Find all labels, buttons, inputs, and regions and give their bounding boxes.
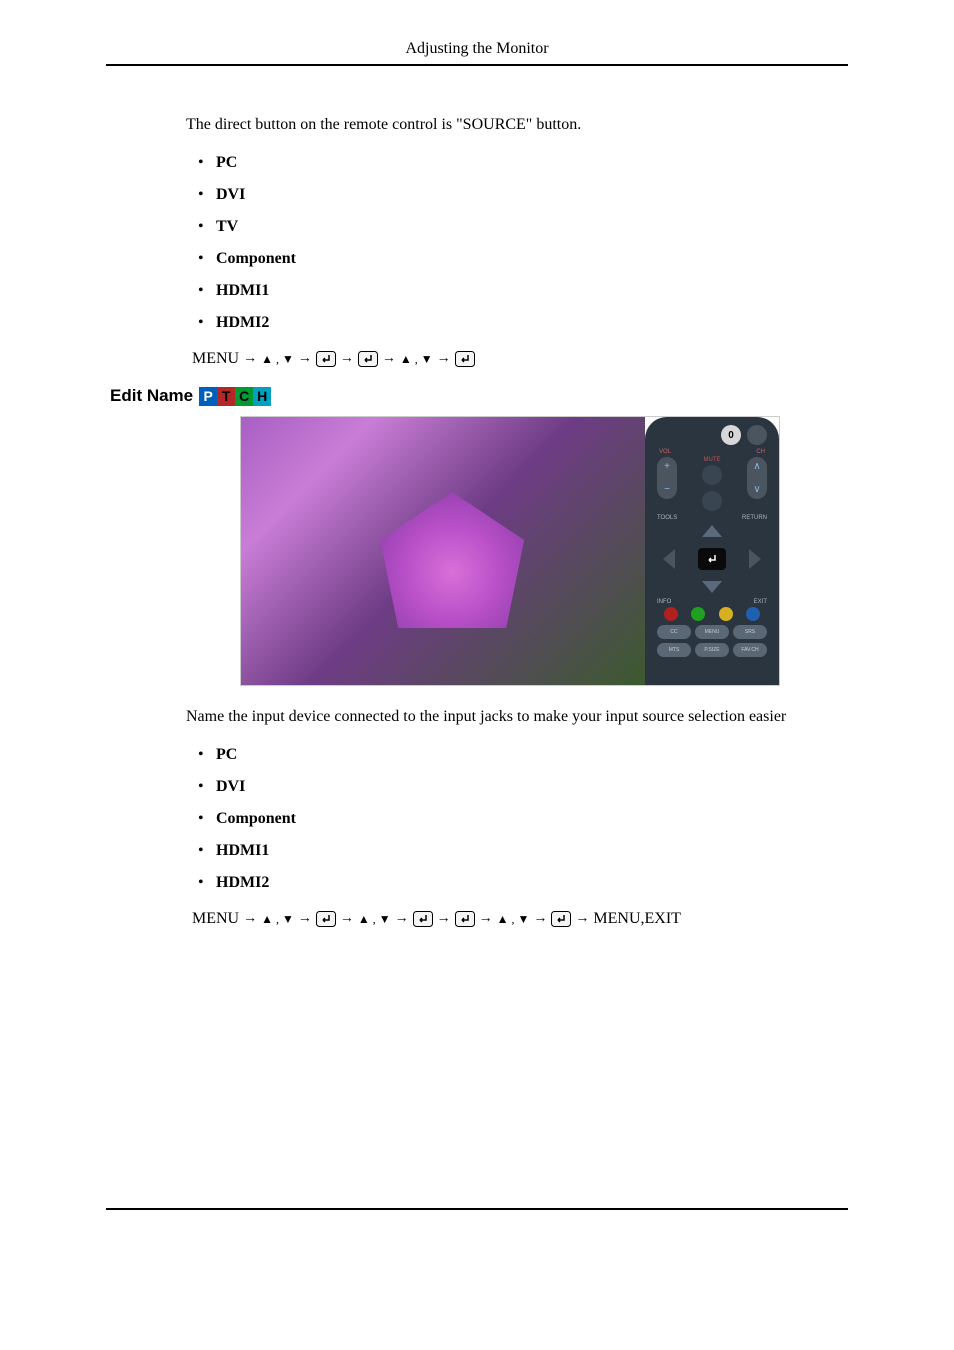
arrow-right-icon: → bbox=[437, 911, 451, 927]
red-button bbox=[664, 607, 678, 621]
channel-rocker: ∧∨ bbox=[747, 457, 767, 499]
up-down-icon: ▲ , ▼ bbox=[497, 912, 530, 927]
arrow-right-icon: → bbox=[575, 911, 589, 927]
list-item: •PC bbox=[198, 746, 848, 764]
arrow-right-icon: → bbox=[243, 351, 257, 367]
menu-button: MENU bbox=[695, 625, 729, 639]
list-item: •HDMI2 bbox=[198, 874, 848, 892]
exit-label: EXIT bbox=[754, 599, 767, 605]
arrow-right-icon: → bbox=[340, 911, 354, 927]
up-down-icon: ▲ , ▼ bbox=[261, 912, 294, 927]
footer-divider bbox=[106, 1208, 848, 1210]
volume-rocker: +− bbox=[657, 457, 677, 499]
srs-button: SRS bbox=[733, 625, 767, 639]
list-item: •DVI bbox=[198, 186, 848, 204]
enter-icon bbox=[413, 911, 433, 927]
list-item: •TV bbox=[198, 218, 848, 236]
arrow-right-icon: → bbox=[437, 351, 451, 367]
arrow-right-icon: → bbox=[298, 911, 312, 927]
green-button bbox=[691, 607, 705, 621]
list-item: •DVI bbox=[198, 778, 848, 796]
menu-end: MENU,EXIT bbox=[593, 910, 681, 928]
list-item: •PC bbox=[198, 154, 848, 172]
menu-start: MENU bbox=[192, 350, 239, 368]
dpad-up-icon bbox=[702, 525, 722, 537]
badge-c: C bbox=[235, 387, 253, 406]
list-item: •HDMI2 bbox=[198, 314, 848, 332]
edit-menu-path: MENU → ▲ , ▼ → → ▲ , ▼ → → → ▲ , ▼ → → M… bbox=[186, 910, 848, 928]
enter-icon bbox=[551, 911, 571, 927]
enter-icon bbox=[358, 351, 378, 367]
mode-badges: P T C H bbox=[199, 387, 271, 406]
arrow-right-icon: → bbox=[395, 911, 409, 927]
edit-options-list: •PC •DVI •Component •HDMI1 •HDMI2 bbox=[186, 746, 848, 892]
badge-t: T bbox=[217, 387, 235, 406]
psize-button: P.SIZE bbox=[695, 643, 729, 657]
vol-label: VOL bbox=[659, 449, 671, 455]
source-button bbox=[702, 491, 722, 511]
list-item: •Component bbox=[198, 810, 848, 828]
enter-icon bbox=[455, 911, 475, 927]
mts-button: MTS bbox=[657, 643, 691, 657]
enter-icon bbox=[316, 911, 336, 927]
menu-start: MENU bbox=[192, 910, 239, 928]
list-item: •Component bbox=[198, 250, 848, 268]
remote-zero-button: 0 bbox=[721, 425, 741, 445]
yellow-button bbox=[719, 607, 733, 621]
badge-h: H bbox=[253, 387, 271, 406]
dpad-down-icon bbox=[702, 581, 722, 593]
remote-prech-button bbox=[747, 425, 767, 445]
dpad bbox=[657, 523, 767, 595]
dpad-enter-button bbox=[698, 548, 726, 570]
enter-icon bbox=[316, 351, 336, 367]
info-label: INFO bbox=[657, 599, 671, 605]
arrow-right-icon: → bbox=[340, 351, 354, 367]
cc-button: CC bbox=[657, 625, 691, 639]
up-down-icon: ▲ , ▼ bbox=[261, 352, 294, 367]
arrow-right-icon: → bbox=[382, 351, 396, 367]
dpad-left-icon bbox=[663, 549, 675, 569]
arrow-right-icon: → bbox=[479, 911, 493, 927]
flower-photo bbox=[241, 417, 645, 685]
source-intro-text: The direct button on the remote control … bbox=[186, 116, 848, 134]
arrow-right-icon: → bbox=[298, 351, 312, 367]
ch-label: CH bbox=[756, 449, 765, 455]
arrow-right-icon: → bbox=[243, 911, 257, 927]
arrow-right-icon: → bbox=[533, 911, 547, 927]
edit-name-heading: Edit Name P T C H bbox=[110, 386, 848, 406]
up-down-icon: ▲ , ▼ bbox=[400, 352, 433, 367]
list-item: •HDMI1 bbox=[198, 282, 848, 300]
screenshot-image: 0 VOL CH +− MUTE ∧∨ TOOLS RETURN bbox=[240, 416, 780, 686]
mute-button bbox=[702, 465, 722, 485]
heading-text: Edit Name bbox=[110, 386, 193, 406]
favch-button: FAV.CH bbox=[733, 643, 767, 657]
page-header-title: Adjusting the Monitor bbox=[106, 40, 848, 64]
remote-control-image: 0 VOL CH +− MUTE ∧∨ TOOLS RETURN bbox=[645, 417, 779, 685]
source-options-list: •PC •DVI •TV •Component •HDMI1 •HDMI2 bbox=[186, 154, 848, 332]
enter-icon bbox=[455, 351, 475, 367]
up-down-icon: ▲ , ▼ bbox=[358, 912, 391, 927]
blue-button bbox=[746, 607, 760, 621]
list-item: •HDMI1 bbox=[198, 842, 848, 860]
mute-label: MUTE bbox=[704, 457, 721, 463]
return-label: RETURN bbox=[742, 515, 767, 521]
tools-label: TOOLS bbox=[657, 515, 677, 521]
edit-intro-text: Name the input device connected to the i… bbox=[186, 708, 848, 726]
dpad-right-icon bbox=[749, 549, 761, 569]
badge-p: P bbox=[199, 387, 217, 406]
source-menu-path: MENU → ▲ , ▼ → → → ▲ , ▼ → bbox=[186, 350, 848, 368]
